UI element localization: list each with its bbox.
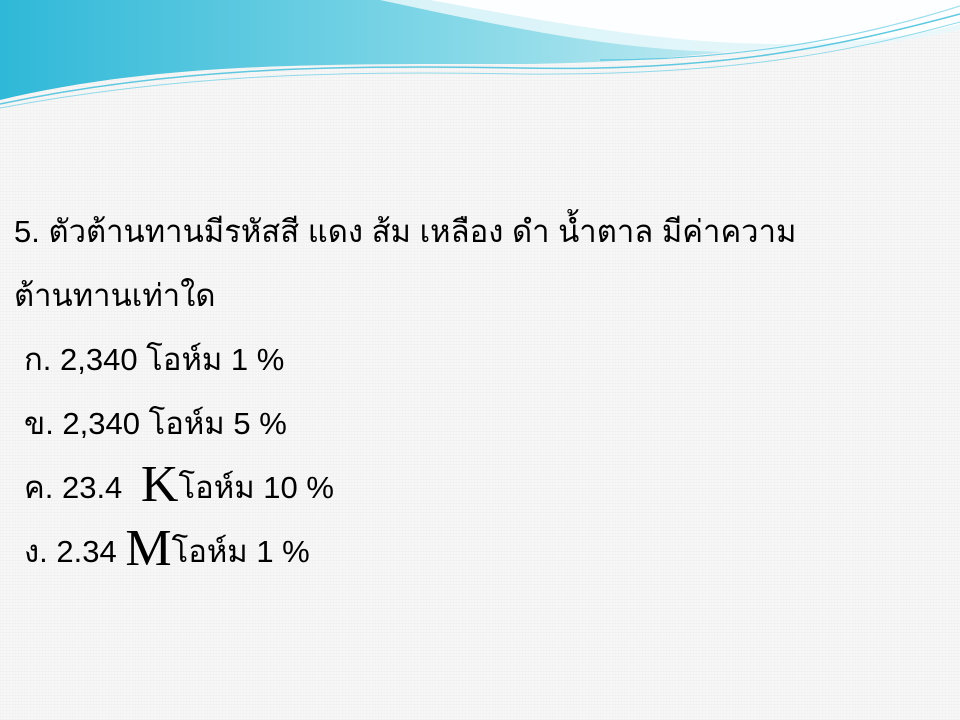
header-wave-decoration — [0, 0, 960, 109]
choice-d-unit-letter: M — [125, 520, 172, 577]
question-block: 5. ตัวต้านทานมีรหัสสี แดง ส้ม เหลือง ดำ … — [14, 200, 934, 584]
choice-d-suffix: โอห์ม 1 % — [171, 534, 310, 569]
choice-c-suffix: โอห์ม 10 % — [178, 470, 334, 505]
choice-d: ง. 2.34 Mโอห์ม 1 % — [14, 520, 934, 584]
choice-b-text: ข. 2,340 โอห์ม 5 % — [24, 406, 287, 441]
choice-d-prefix: ง. 2.34 — [24, 534, 126, 569]
slide: 5. ตัวต้านทานมีรหัสสี แดง ส้ม เหลือง ดำ … — [0, 0, 960, 720]
choice-c-prefix: ค. 23.4 — [24, 470, 131, 505]
choice-c-unit-letter: K — [140, 456, 179, 513]
choice-a-text: ก. 2,340 โอห์ม 1 % — [24, 342, 285, 377]
question-line-1: 5. ตัวต้านทานมีรหัสสี แดง ส้ม เหลือง ดำ … — [14, 214, 797, 249]
choice-c: ค. 23.4 Kโอห์ม 10 % — [14, 456, 934, 520]
choice-a: ก. 2,340 โอห์ม 1 % — [14, 328, 934, 392]
question-line-2: ต้านทานเท่าใด — [14, 278, 216, 313]
choice-b: ข. 2,340 โอห์ม 5 % — [14, 392, 934, 456]
